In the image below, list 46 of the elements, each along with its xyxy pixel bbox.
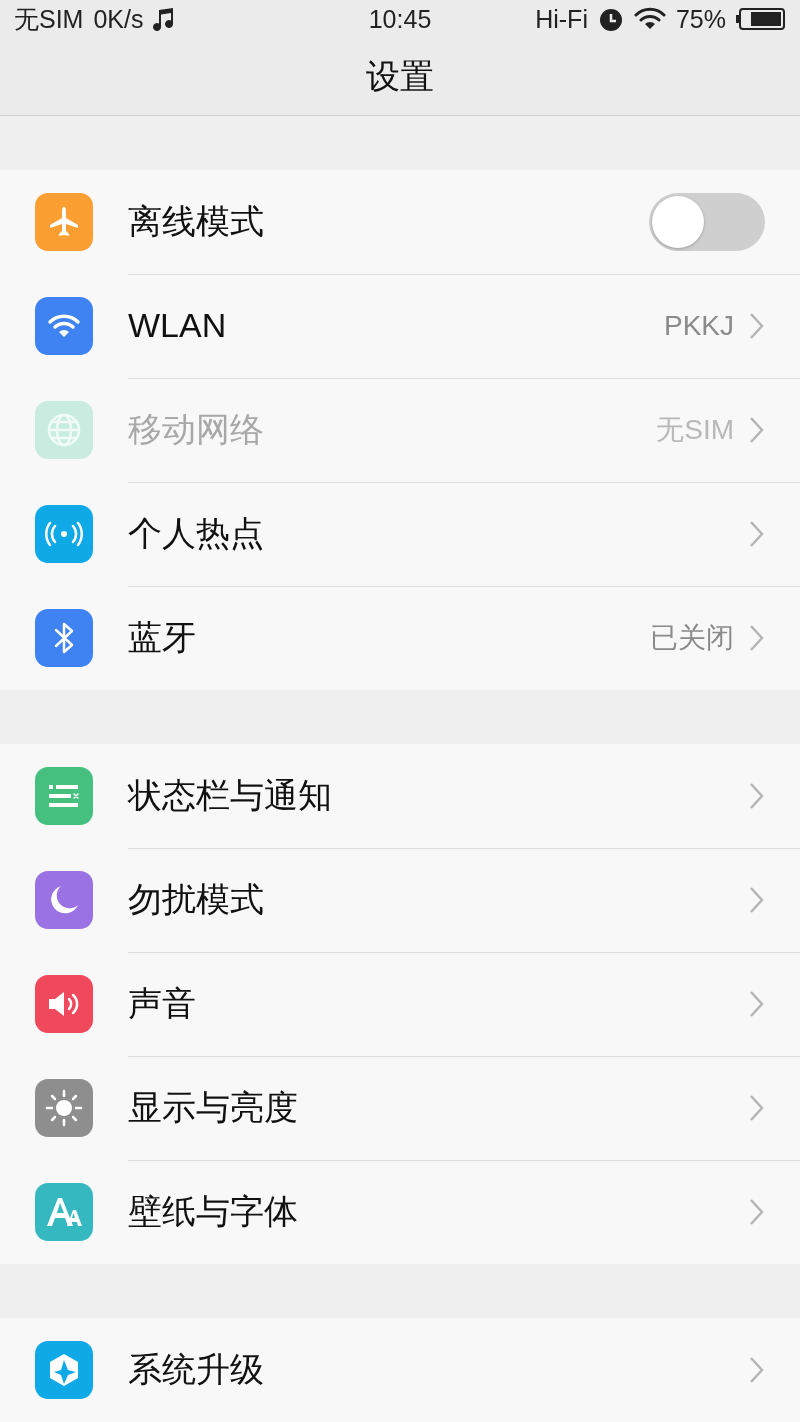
setting-label: 壁纸与字体 [128, 1191, 299, 1232]
settings-row[interactable]: 个人热点 [0, 482, 800, 586]
chevron-icon [748, 623, 766, 653]
wifi-signal-icon [633, 7, 666, 32]
setting-label: WLAN [128, 306, 228, 345]
audio-mode: Hi-Fi [535, 4, 588, 34]
settings-row[interactable]: 勿扰模式 [0, 848, 800, 952]
settings-row[interactable]: 系统升级 [0, 1318, 800, 1422]
airplane-icon [47, 205, 81, 239]
settings-row[interactable]: 蓝牙 已关闭 [0, 586, 800, 690]
settings-row[interactable]: 离线模式 [0, 170, 800, 274]
setting-value: 已关闭 [650, 621, 734, 655]
setting-label: 状态栏与通知 [128, 774, 333, 816]
clock: 10:45 [368, 4, 432, 34]
battery-icon [736, 7, 786, 32]
carrier-text: 无SIM [14, 3, 84, 35]
setting-label: 系统升级 [128, 1349, 265, 1390]
setting-label: 移动网络 [128, 408, 265, 450]
page-title: 设置 [366, 55, 434, 97]
setting-label: 蓝牙 [128, 617, 197, 658]
setting-value: 无SIM [656, 412, 734, 447]
setting-label: 勿扰模式 [128, 878, 265, 920]
chevron-icon [748, 1355, 766, 1385]
globe-icon [46, 412, 82, 448]
settings-row[interactable]: WLAN PKKJ [0, 274, 800, 378]
network-speed: 0K/s [93, 4, 144, 34]
settings-row[interactable]: 壁纸与字体 [0, 1160, 800, 1264]
settings-row[interactable]: 状态栏与通知 [0, 744, 800, 848]
setting-value: PKKJ [663, 309, 734, 342]
font-icon [45, 1196, 83, 1228]
wifi-icon [47, 312, 81, 340]
battery-percent: 75% [675, 4, 726, 34]
setting-label: 显示与亮度 [128, 1086, 299, 1128]
settings-row[interactable]: 显示与亮度 [0, 1056, 800, 1160]
chevron-icon [748, 1197, 766, 1227]
sun-icon [45, 1089, 83, 1127]
hotspot-icon [44, 521, 84, 547]
settings-row[interactable]: 声音 [0, 952, 800, 1056]
list-icon [48, 783, 80, 809]
alarm-clock-icon [597, 6, 624, 33]
bluetooth-icon [53, 620, 75, 656]
speaker-icon [47, 989, 81, 1019]
setting-label: 声音 [128, 982, 197, 1024]
setting-label: 离线模式 [128, 200, 265, 242]
setting-label: 个人热点 [128, 512, 265, 554]
music-note-icon [153, 7, 176, 32]
